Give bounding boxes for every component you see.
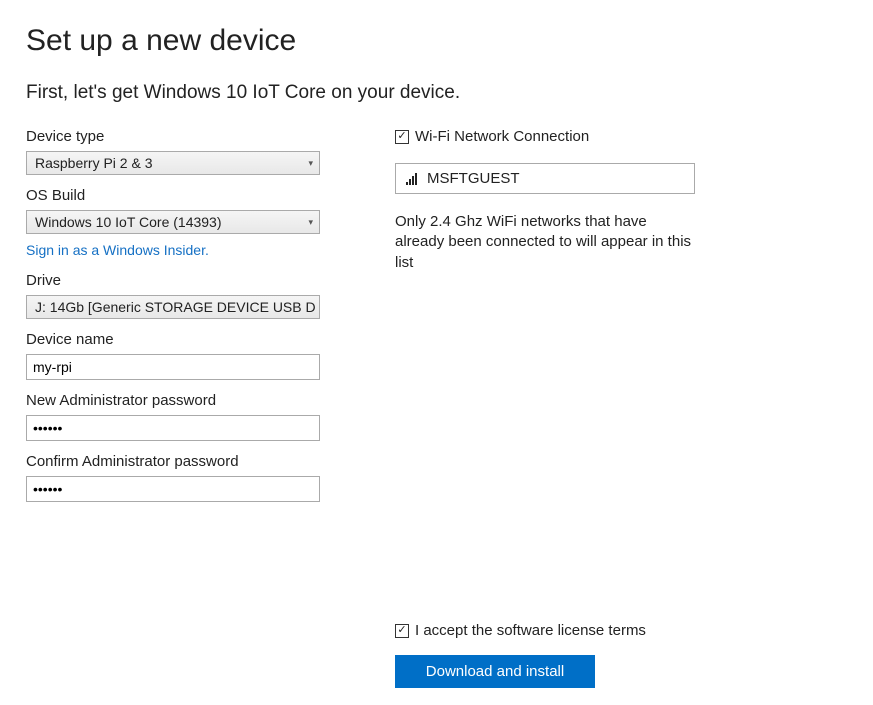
page-subtitle: First, let's get Windows 10 IoT Core on … [26, 82, 849, 104]
wifi-network-list: MSFTGUEST [395, 163, 695, 194]
confirm-password-input[interactable] [26, 476, 320, 502]
drive-value: J: 14Gb [Generic STORAGE DEVICE USB D [35, 299, 316, 315]
wifi-note-text: Only 2.4 Ghz WiFi networks that have alr… [395, 212, 695, 273]
wifi-network-name: MSFTGUEST [427, 170, 520, 187]
device-type-select[interactable]: Raspberry Pi 2 & 3 ▾ [26, 151, 320, 175]
device-type-value: Raspberry Pi 2 & 3 [35, 155, 153, 171]
os-build-value: Windows 10 IoT Core (14393) [35, 214, 222, 230]
download-install-button[interactable]: Download and install [395, 655, 595, 688]
license-label: I accept the software license terms [415, 622, 646, 639]
wifi-network-item[interactable]: MSFTGUEST [396, 164, 694, 193]
chevron-down-icon: ▾ [308, 158, 313, 169]
os-build-label: OS Build [26, 187, 321, 204]
windows-insider-link[interactable]: Sign in as a Windows Insider. [26, 242, 209, 258]
drive-label: Drive [26, 272, 321, 289]
new-password-label: New Administrator password [26, 392, 321, 409]
device-type-label: Device type [26, 128, 321, 145]
new-password-input[interactable] [26, 415, 320, 441]
drive-select[interactable]: J: 14Gb [Generic STORAGE DEVICE USB D ▾ [26, 295, 320, 319]
device-name-label: Device name [26, 331, 321, 348]
wifi-signal-icon [406, 173, 417, 185]
wifi-checkbox[interactable]: ✓ [395, 130, 409, 144]
wifi-checkbox-label: Wi-Fi Network Connection [415, 128, 589, 145]
os-build-select[interactable]: Windows 10 IoT Core (14393) ▾ [26, 210, 320, 234]
confirm-password-label: Confirm Administrator password [26, 453, 321, 470]
device-name-input[interactable] [26, 354, 320, 380]
chevron-down-icon: ▾ [308, 217, 313, 228]
license-checkbox[interactable]: ✓ [395, 624, 409, 638]
page-title: Set up a new device [26, 24, 849, 58]
